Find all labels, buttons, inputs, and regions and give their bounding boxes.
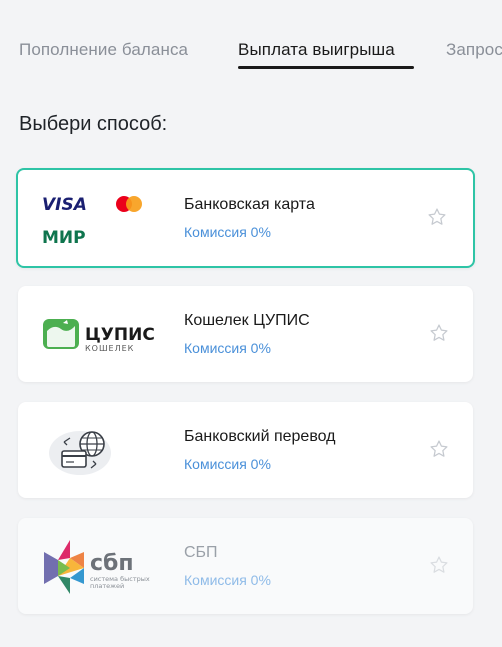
method-bank-transfer[interactable]: Банковский перевод Комиссия 0% (18, 402, 473, 498)
method-fee: Комиссия 0% (184, 224, 271, 240)
method-name: Банковский перевод (184, 428, 336, 445)
tab-request[interactable]: Запрос (446, 40, 502, 60)
method-fee: Комиссия 0% (184, 456, 271, 472)
method-name: Кошелек ЦУПИС (184, 312, 310, 329)
method-cupis-wallet[interactable]: ЦУПИС КОШЕЛЕК Кошелек ЦУПИС Комиссия 0% (18, 286, 473, 382)
tab-withdrawal[interactable]: Выплата выигрыша (238, 40, 395, 60)
mastercard-circle-right (126, 196, 142, 212)
cupis-logo-subtext: КОШЕЛЕК (85, 344, 134, 353)
visa-mastercard-mir-logo: VISA МИР (42, 190, 172, 252)
favorite-star-icon[interactable] (429, 555, 449, 575)
tab-deposit[interactable]: Пополнение баланса (19, 40, 188, 60)
sbp-logo: сбп система быстрых платежей (40, 536, 170, 598)
cupis-logo-text: ЦУПИС (85, 325, 155, 345)
sbp-logo-subtext-2: платежей (90, 582, 124, 590)
method-fee: Комиссия 0% (184, 340, 271, 356)
cupis-logo: ЦУПИС КОШЕЛЕК (40, 304, 170, 366)
method-fee: Комиссия 0% (184, 572, 271, 588)
bank-transfer-icon (40, 420, 170, 482)
method-bank-card[interactable]: VISA МИР Банковская карта Комиссия 0% (16, 168, 475, 268)
sbp-logo-text: сбп (90, 551, 134, 576)
method-sbp[interactable]: сбп система быстрых платежей СБП Комисси… (18, 518, 473, 614)
active-tab-indicator (238, 66, 414, 69)
favorite-star-icon[interactable] (427, 207, 447, 227)
visa-logo-text: VISA (42, 195, 87, 215)
mir-logo-text: МИР (42, 228, 86, 248)
favorite-star-icon[interactable] (429, 439, 449, 459)
method-name: Банковская карта (184, 196, 315, 213)
method-name: СБП (184, 544, 218, 561)
tab-bar: Пополнение баланса Выплата выигрыша Запр… (0, 0, 502, 80)
section-title: Выбери способ: (19, 113, 168, 135)
favorite-star-icon[interactable] (429, 323, 449, 343)
